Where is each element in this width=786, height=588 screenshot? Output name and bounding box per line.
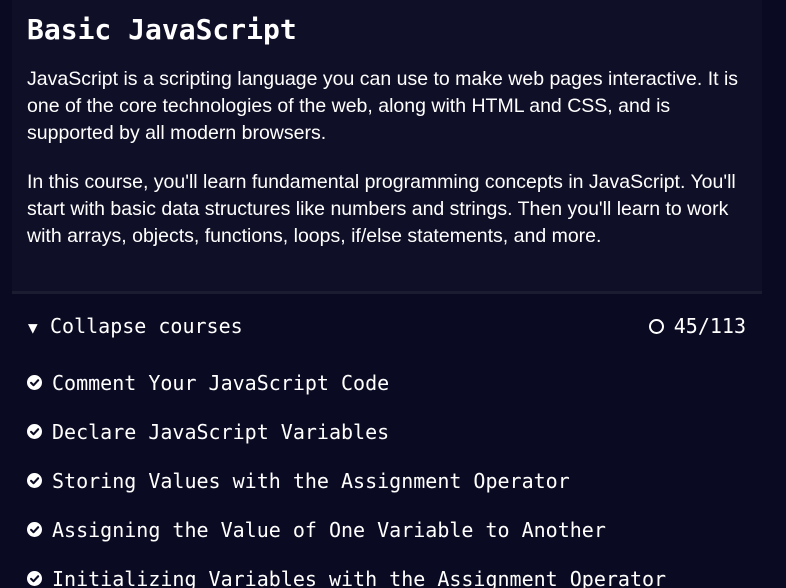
check-circle-icon [27,473,42,488]
check-circle-icon [27,571,42,586]
course-block: Basic JavaScript JavaScript is a scripti… [12,0,762,588]
circle-outline-icon [648,318,664,334]
progress-count: 45/113 [673,314,746,338]
block-intro: Basic JavaScript JavaScript is a scripti… [12,0,762,291]
lesson-list: Comment Your JavaScript Code Declare Java… [12,358,762,588]
check-circle-icon [27,375,42,390]
progress-indicator: 45/113 [648,313,746,339]
check-circle-icon [27,424,42,439]
collapse-courses-button[interactable]: ▼ Collapse courses 45/113 [12,294,762,358]
lesson-item[interactable]: Assigning the Value of One Variable to A… [12,505,762,554]
lesson-item[interactable]: Comment Your JavaScript Code [12,358,762,407]
lesson-item[interactable]: Initializing Variables with the Assignme… [12,554,762,588]
page: Basic JavaScript JavaScript is a scripti… [0,0,786,588]
lesson-title: Declare JavaScript Variables [52,419,390,444]
lesson-title: Assigning the Value of One Variable to A… [52,517,606,542]
block-description: In this course, you'll learn fundamental… [27,171,736,247]
collapse-label: Collapse courses [50,314,243,338]
lesson-title: Storing Values with the Assignment Opera… [52,468,570,493]
lesson-item[interactable]: Storing Values with the Assignment Opera… [12,456,762,505]
lesson-item[interactable]: Declare JavaScript Variables [12,407,762,456]
block-title: Basic JavaScript [27,13,297,46]
lesson-title: Initializing Variables with the Assignme… [52,566,667,588]
collapse-toggle[interactable]: ▼ Collapse courses [28,313,243,341]
triangle-down-icon: ▼ [28,318,38,337]
block-description: JavaScript is a scripting language you c… [27,68,739,144]
lesson-title: Comment Your JavaScript Code [52,370,390,395]
check-circle-icon [27,522,42,537]
